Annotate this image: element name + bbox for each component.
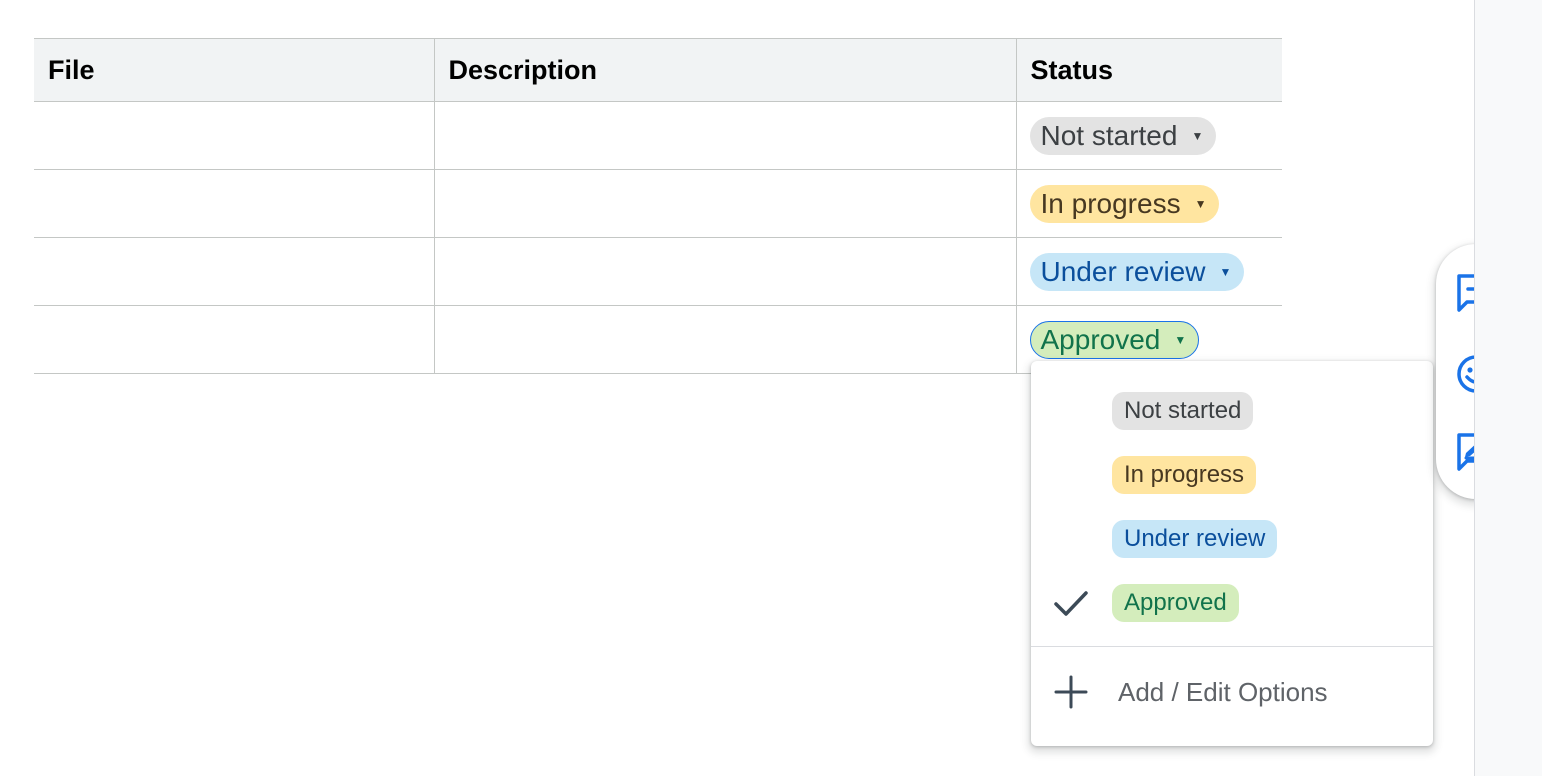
description-cell[interactable] — [433, 305, 1017, 374]
status-chip-in-progress[interactable]: In progress ▼ — [1029, 184, 1220, 223]
status-cell: Not started ▼ — [1015, 101, 1282, 170]
status-cell: Under review ▼ — [1015, 237, 1282, 306]
status-chip-approved[interactable]: Approved ▼ — [1029, 320, 1200, 359]
file-cell[interactable] — [34, 237, 435, 306]
status-chip-label: Under review — [1040, 255, 1206, 287]
document-page: File Description Status Not started ▼ In… — [0, 0, 1542, 776]
table-row: In progress ▼ — [34, 169, 1282, 238]
file-cell[interactable] — [34, 305, 435, 374]
description-cell[interactable] — [433, 169, 1017, 238]
status-chip-label: Not started — [1040, 119, 1178, 151]
menu-option-under-review[interactable]: Under review — [1031, 507, 1433, 571]
table-header-row: File Description Status — [34, 38, 1282, 102]
header-description[interactable]: Description — [433, 38, 1017, 102]
menu-option-label: Approved — [1112, 584, 1239, 622]
add-edit-options-button[interactable]: Add / Edit Options — [1031, 661, 1433, 727]
menu-divider — [1031, 646, 1433, 647]
header-file[interactable]: File — [34, 38, 435, 102]
caret-down-icon: ▼ — [1194, 196, 1207, 211]
plus-icon — [1054, 675, 1088, 709]
menu-option-in-progress[interactable]: In progress — [1031, 443, 1433, 507]
status-table: File Description Status Not started ▼ In… — [34, 38, 1282, 374]
status-chip-label: In progress — [1040, 187, 1181, 219]
add-edit-options-label: Add / Edit Options — [1118, 677, 1328, 707]
caret-down-icon: ▼ — [1219, 264, 1232, 279]
status-cell: In progress ▼ — [1015, 169, 1282, 238]
table-row: Not started ▼ — [34, 101, 1282, 170]
caret-down-icon: ▼ — [1174, 332, 1187, 347]
menu-option-label: In progress — [1112, 456, 1257, 494]
status-chip-under-review[interactable]: Under review ▼ — [1029, 252, 1245, 291]
status-chip-not-started[interactable]: Not started ▼ — [1029, 116, 1217, 155]
checkmark-icon — [1054, 591, 1088, 616]
status-chip-label: Approved — [1040, 323, 1161, 355]
caret-down-icon: ▼ — [1191, 128, 1204, 143]
menu-option-label: Not started — [1112, 392, 1254, 430]
menu-option-approved[interactable]: Approved — [1031, 571, 1433, 635]
file-cell[interactable] — [34, 169, 435, 238]
header-status[interactable]: Status — [1015, 38, 1282, 102]
description-cell[interactable] — [433, 101, 1017, 170]
description-cell[interactable] — [433, 237, 1017, 306]
menu-option-label: Under review — [1112, 520, 1278, 558]
file-cell[interactable] — [34, 101, 435, 170]
table-row: Under review ▼ — [34, 237, 1282, 306]
status-dropdown-menu: Not started In progress Under review App… — [1031, 361, 1433, 746]
menu-option-not-started[interactable]: Not started — [1031, 379, 1433, 443]
right-margin-strip — [1474, 0, 1542, 776]
